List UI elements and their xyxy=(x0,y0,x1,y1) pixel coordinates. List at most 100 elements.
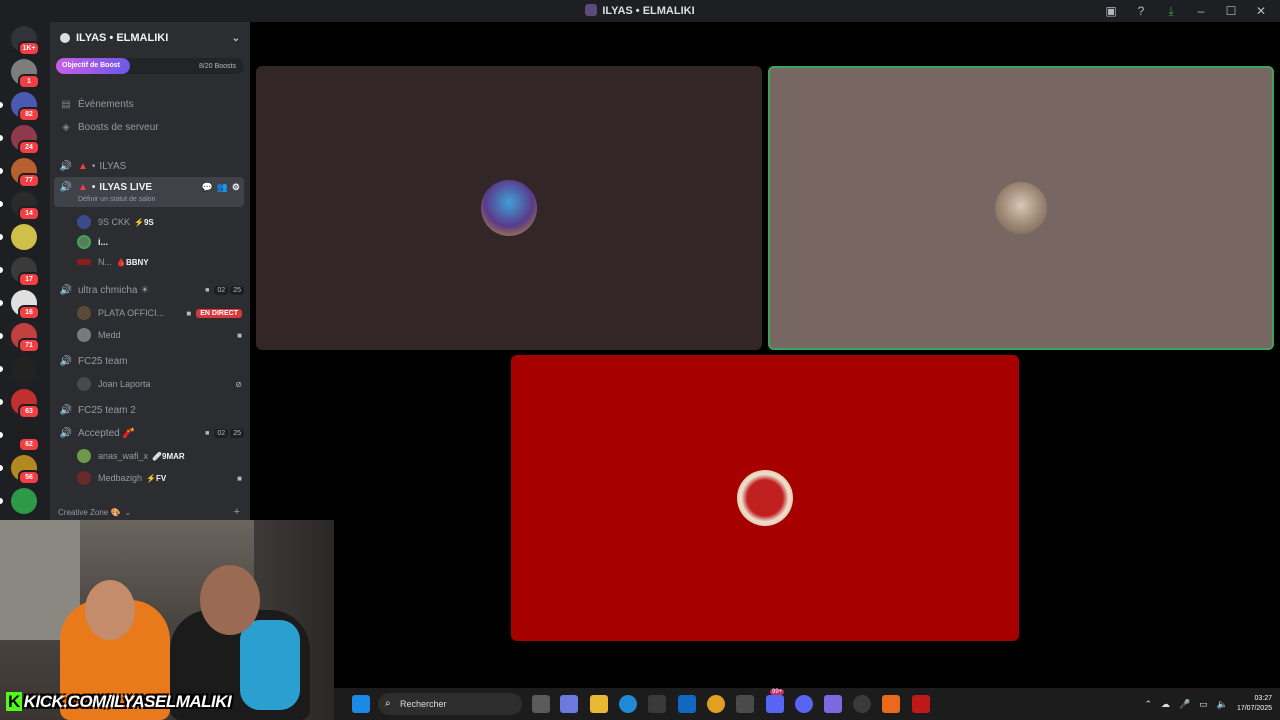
server-icon[interactable] xyxy=(11,356,37,382)
cloud-icon[interactable]: ☁ xyxy=(1161,699,1170,710)
unread-indicator xyxy=(0,333,3,339)
server-icon[interactable]: 1 xyxy=(11,59,40,89)
channel-ilyas-live[interactable]: 🔊 ▲ • ILYAS LIVE 💬 👥 ⚙ Définir un statut de… xyxy=(54,177,244,207)
server-icon[interactable]: 56 xyxy=(11,455,40,485)
close-button[interactable]: ✕ xyxy=(1248,2,1274,20)
participant-tile[interactable] xyxy=(256,66,762,350)
voice-user[interactable]: N... 🩸BBNY xyxy=(77,257,242,267)
server-boosts-item[interactable]: ◈ Boosts de serveur xyxy=(50,119,250,135)
outlook-icon[interactable] xyxy=(678,695,696,713)
screen-icon[interactable]: ▣ xyxy=(1098,2,1124,20)
gear-icon[interactable]: ⚙ xyxy=(232,182,240,193)
server-icon[interactable]: 14 xyxy=(11,191,40,221)
person-left-head xyxy=(85,580,135,640)
download-icon[interactable]: ⤓ xyxy=(1158,2,1184,20)
task-view-icon[interactable] xyxy=(532,695,550,713)
participant-avatar xyxy=(737,470,793,526)
server-icon[interactable] xyxy=(11,224,37,250)
chevron-up-icon[interactable]: ⌃ xyxy=(1144,699,1152,710)
voice-user[interactable]: i... xyxy=(77,235,242,249)
channel-ultra-chmicha[interactable]: 🔊 ultra chmicha ☀ ■ 02 25 xyxy=(50,282,250,298)
mention-badge: 77 xyxy=(18,173,40,188)
taskbar-search[interactable]: ⌕ Rechercher xyxy=(378,693,522,715)
microphone-icon[interactable]: 🎤 xyxy=(1179,699,1190,710)
server-icon[interactable]: 16 xyxy=(11,290,40,320)
unread-indicator xyxy=(0,300,3,306)
chat-app-icon[interactable]: 99+ xyxy=(766,689,785,713)
category-label: Creative Zone 🎨 xyxy=(58,507,121,517)
server-icon[interactable] xyxy=(11,488,37,514)
avatar xyxy=(77,377,91,391)
voice-user[interactable]: Medbazigh ⚡FV ■ xyxy=(77,471,242,485)
voice-user[interactable]: PLATA OFFICI... ■ EN DIRECT xyxy=(77,306,242,320)
server-icon[interactable]: 1K+ xyxy=(11,26,40,56)
channel-label: ILYAS xyxy=(99,160,127,172)
server-icon[interactable]: 17 xyxy=(11,257,40,287)
voice-user[interactable]: Joan Laporta ⊘ xyxy=(77,377,242,391)
edge-icon[interactable] xyxy=(619,695,637,713)
server-icon[interactable]: 63 xyxy=(11,389,40,419)
username: anas_wafi_x xyxy=(98,451,149,461)
add-channel-icon[interactable]: + xyxy=(234,506,240,518)
server-icon[interactable]: 24 xyxy=(11,125,40,155)
chevron-down-icon: ⌄ xyxy=(231,32,240,44)
avatar xyxy=(77,449,91,463)
unread-indicator xyxy=(0,465,3,471)
guild-header[interactable]: ILYAS • ELMALIKI ⌄ xyxy=(50,22,250,54)
app-icon[interactable] xyxy=(882,695,900,713)
system-tray: ⌃ ☁ 🎤 ▭ 🔈 03:27 17/07/2025 xyxy=(1144,688,1280,720)
chevron-down-icon: ⌄ xyxy=(124,507,132,517)
discord-icon[interactable] xyxy=(795,695,813,713)
channel-label: Accepted 🧨 xyxy=(78,427,135,439)
channel-fc25-team[interactable]: 🔊 FC25 team xyxy=(50,353,250,369)
server-icon[interactable]: 71 xyxy=(11,323,40,353)
window-title: ILYAS • ELMALIKI xyxy=(0,4,1280,17)
display-icon[interactable]: ▭ xyxy=(1199,699,1208,710)
channel-status[interactable]: Définir un statut de salon xyxy=(78,196,155,203)
maximize-button[interactable]: ☐ xyxy=(1218,2,1244,20)
avatar xyxy=(77,328,91,342)
mention-badge: 63 xyxy=(18,404,40,419)
boost-label: Objectif de Boost xyxy=(56,58,130,74)
channel-fc25-team-2[interactable]: 🔊 FC25 team 2 xyxy=(50,402,250,418)
windows-start-icon[interactable] xyxy=(352,695,370,713)
chrome-icon[interactable] xyxy=(707,695,725,713)
speaker-icon: 🔊 xyxy=(59,404,73,416)
user-tag: ⚡9S xyxy=(134,217,154,227)
participant-tile-speaking[interactable] xyxy=(768,66,1274,350)
avatar xyxy=(77,235,91,249)
channel-count: 02 xyxy=(214,428,229,438)
store-icon[interactable] xyxy=(648,695,666,713)
app-icon[interactable] xyxy=(736,695,754,713)
unread-indicator xyxy=(0,432,3,438)
channel-ilyas[interactable]: 🔊 ▲ • ILYAS xyxy=(50,158,250,174)
invite-icon[interactable]: 👥 xyxy=(217,182,228,193)
obs-icon[interactable] xyxy=(853,695,871,713)
events-label: Événements xyxy=(78,98,134,110)
clock[interactable]: 03:27 17/07/2025 xyxy=(1237,694,1272,714)
chat-icon[interactable]: 💬 xyxy=(201,182,212,193)
category-creative-zone[interactable]: Creative Zone 🎨 ⌄ + xyxy=(50,504,250,520)
copilot-icon[interactable] xyxy=(560,695,578,713)
username: Joan Laporta xyxy=(98,379,151,389)
help-icon[interactable]: ? xyxy=(1128,2,1154,20)
voice-user[interactable]: 9S CKK ⚡9S xyxy=(77,215,242,229)
server-icon[interactable]: 82 xyxy=(11,92,40,122)
minimize-button[interactable]: – xyxy=(1188,2,1214,20)
voice-user[interactable]: anas_wafi_x 🩹9MAR xyxy=(77,449,242,463)
bullet: • xyxy=(91,182,96,193)
voice-user[interactable]: Medd ■ xyxy=(77,328,242,342)
guild-icon xyxy=(60,33,70,43)
boost-goal[interactable]: Objectif de Boost 8/20 Boosts xyxy=(56,58,244,74)
channel-accepted[interactable]: 🔊 Accepted 🧨 ■ 02 25 xyxy=(50,425,250,441)
server-icon[interactable]: 62 xyxy=(11,422,40,452)
participant-tile[interactable] xyxy=(511,355,1019,641)
streaming-app-icon[interactable] xyxy=(912,695,930,713)
game-icon[interactable] xyxy=(824,695,842,713)
notification-badge: 99+ xyxy=(770,689,785,695)
file-explorer-icon[interactable] xyxy=(590,695,608,713)
server-icon[interactable]: 77 xyxy=(11,158,40,188)
volume-icon[interactable]: 🔈 xyxy=(1217,699,1228,710)
live-badge[interactable]: EN DIRECT xyxy=(196,308,242,318)
events-item[interactable]: ▤ Événements xyxy=(50,96,250,112)
